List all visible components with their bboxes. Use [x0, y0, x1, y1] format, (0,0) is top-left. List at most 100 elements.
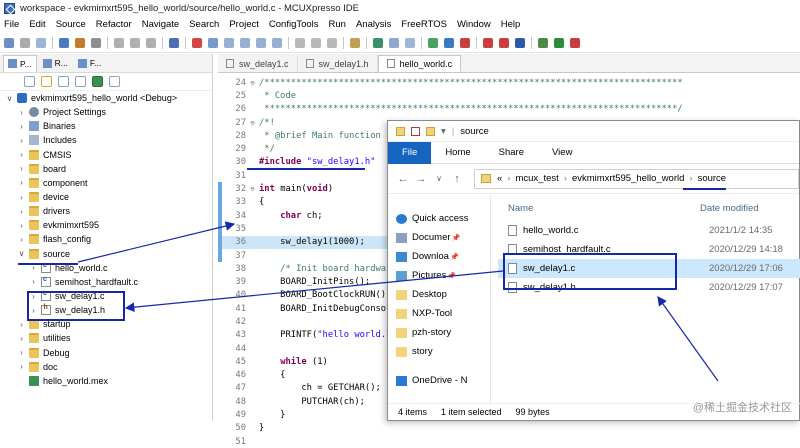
- breadcrumb-item[interactable]: mcux_test: [515, 173, 558, 184]
- tree-item[interactable]: › hello_world.c: [0, 261, 212, 275]
- toolbar-action-icon[interactable]: [240, 37, 250, 48]
- date-column-header[interactable]: Date modified: [700, 203, 759, 214]
- nav-item[interactable]: story: [388, 342, 490, 361]
- tree-item[interactable]: › sw_delay1.c: [0, 289, 212, 303]
- ribbon-tab-file[interactable]: File: [388, 141, 432, 164]
- ribbon-tab-share[interactable]: Share: [485, 142, 538, 164]
- breadcrumb-item[interactable]: evkmimxrt595_hello_world: [572, 173, 684, 184]
- toolbar-action-icon[interactable]: [20, 37, 30, 48]
- collapse-caret-icon[interactable]: ›: [17, 334, 26, 343]
- collapse-caret-icon[interactable]: ›: [17, 136, 26, 145]
- tree-item[interactable]: › flash_config: [0, 232, 212, 246]
- nav-item[interactable]: Downloa 📌: [388, 247, 490, 266]
- tree-item[interactable]: › doc: [0, 360, 212, 374]
- collapse-caret-icon[interactable]: ›: [17, 207, 26, 216]
- filter-icon[interactable]: [58, 76, 69, 87]
- quick-access-dropdown-icon[interactable]: ▾: [441, 126, 446, 137]
- tree-item[interactable]: › Debug: [0, 346, 212, 360]
- breadcrumb-item[interactable]: source: [698, 173, 727, 184]
- tree-item[interactable]: › sw_delay1.h: [0, 303, 212, 317]
- fold-toggle-icon[interactable]: ⊖: [248, 185, 257, 193]
- collapse-caret-icon[interactable]: ›: [29, 306, 38, 315]
- tree-item[interactable]: › CMSIS: [0, 148, 212, 162]
- nav-item[interactable]: Pictures 📌: [388, 266, 490, 285]
- collapse-caret-icon[interactable]: ›: [17, 362, 26, 371]
- file-row[interactable]: semihost_hardfault.c 2020/12/29 14:18: [498, 240, 800, 259]
- menu-item-help[interactable]: Help: [501, 19, 521, 30]
- collapse-caret-icon[interactable]: ›: [17, 164, 26, 173]
- tree-item[interactable]: › startup: [0, 317, 212, 331]
- collapse-caret-icon[interactable]: ›: [17, 122, 26, 131]
- toolbar-action-icon[interactable]: [169, 37, 179, 48]
- tree-item[interactable]: › Includes: [0, 133, 212, 147]
- name-column-header[interactable]: Name: [498, 203, 700, 214]
- toolbar-action-icon[interactable]: [311, 37, 321, 48]
- toolbar-action-icon[interactable]: [75, 37, 85, 48]
- toolbar-action-icon[interactable]: [373, 37, 383, 48]
- view-menu-icon[interactable]: [109, 76, 120, 87]
- expand-caret-icon[interactable]: ∨: [17, 249, 26, 258]
- toolbar-action-icon[interactable]: [538, 37, 548, 48]
- menu-item-navigate[interactable]: Navigate: [142, 19, 180, 30]
- toolbar-action-icon[interactable]: [428, 37, 438, 48]
- tree-item[interactable]: › semihost_hardfault.c: [0, 275, 212, 289]
- tree-item[interactable]: › utilities: [0, 331, 212, 345]
- tree-item[interactable]: › evkmimxrt595: [0, 218, 212, 232]
- collapse-caret-icon[interactable]: ›: [17, 108, 26, 117]
- tree-item[interactable]: ∨ source: [0, 247, 212, 261]
- toolbar-action-icon[interactable]: [208, 37, 218, 48]
- tools-icon[interactable]: [75, 76, 86, 87]
- toolbar-action-icon[interactable]: [460, 37, 470, 48]
- nav-item[interactable]: pzh-story: [388, 323, 490, 342]
- editor-tab-sw_delay1-c[interactable]: sw_delay1.c: [218, 55, 298, 72]
- file-row[interactable]: hello_world.c 2021/1/2 14:35: [498, 221, 800, 240]
- menu-item-window[interactable]: Window: [457, 19, 491, 30]
- expand-caret-icon[interactable]: ∨: [5, 94, 14, 103]
- up-arrow-icon[interactable]: ↑: [450, 173, 464, 185]
- recent-dropdown-icon[interactable]: ∨: [432, 174, 446, 183]
- fold-toggle-icon[interactable]: ⊖: [248, 79, 257, 87]
- nav-item[interactable]: Quick access: [388, 209, 490, 228]
- menu-item-analysis[interactable]: Analysis: [356, 19, 391, 30]
- address-bar[interactable]: « › mcux_test › evkmimxrt595_hello_world › sou…: [474, 168, 799, 189]
- editor-tab-hello_world-c[interactable]: hello_world.c: [377, 55, 462, 72]
- collapse-caret-icon[interactable]: ›: [17, 221, 26, 230]
- collapse-caret-icon[interactable]: ›: [17, 193, 26, 202]
- collapse-caret-icon[interactable]: ›: [17, 178, 26, 187]
- tree-item[interactable]: hello_world.mex: [0, 374, 212, 388]
- tree-item[interactable]: › Binaries: [0, 119, 212, 133]
- toolbar-action-icon[interactable]: [36, 37, 46, 48]
- tree-item[interactable]: › component: [0, 176, 212, 190]
- tree-item[interactable]: › Project Settings: [0, 105, 212, 119]
- toolbar-action-icon[interactable]: [570, 37, 580, 48]
- collapse-caret-icon[interactable]: ›: [17, 235, 26, 244]
- toolbar-action-icon[interactable]: [224, 37, 234, 48]
- ribbon-tab-view[interactable]: View: [538, 142, 586, 164]
- tree-item[interactable]: › device: [0, 190, 212, 204]
- toolbar-action-icon[interactable]: [256, 37, 266, 48]
- toolbar-action-icon[interactable]: [405, 37, 415, 48]
- toolbar-action-icon[interactable]: [499, 37, 509, 48]
- menu-item-edit[interactable]: Edit: [29, 19, 45, 30]
- collapse-all-icon[interactable]: [24, 76, 35, 87]
- menu-item-source[interactable]: Source: [56, 19, 86, 30]
- view-tab-1[interactable]: P...: [3, 54, 37, 72]
- menu-item-search[interactable]: Search: [189, 19, 219, 30]
- toolbar-action-icon[interactable]: [4, 37, 14, 48]
- link-with-editor-icon[interactable]: [41, 76, 52, 87]
- file-row[interactable]: sw_delay1.h 2020/12/29 17:07: [498, 278, 800, 297]
- ribbon-tab-home[interactable]: Home: [431, 142, 484, 164]
- toolbar-action-icon[interactable]: [295, 37, 305, 48]
- build-icon[interactable]: [92, 76, 103, 87]
- file-row[interactable]: sw_delay1.c 2020/12/29 17:06: [498, 259, 800, 278]
- view-tab-3[interactable]: F...: [74, 55, 105, 72]
- toolbar-action-icon[interactable]: [146, 37, 156, 48]
- menu-item-refactor[interactable]: Refactor: [96, 19, 132, 30]
- menu-item-project[interactable]: Project: [229, 19, 259, 30]
- view-tab-2[interactable]: R...: [39, 55, 72, 72]
- collapse-caret-icon[interactable]: ›: [29, 277, 38, 286]
- editor-tab-sw_delay1-h[interactable]: sw_delay1.h: [298, 55, 378, 72]
- toolbar-action-icon[interactable]: [483, 37, 493, 48]
- toolbar-action-icon[interactable]: [91, 37, 101, 48]
- nav-item[interactable]: OneDrive - N: [388, 371, 490, 390]
